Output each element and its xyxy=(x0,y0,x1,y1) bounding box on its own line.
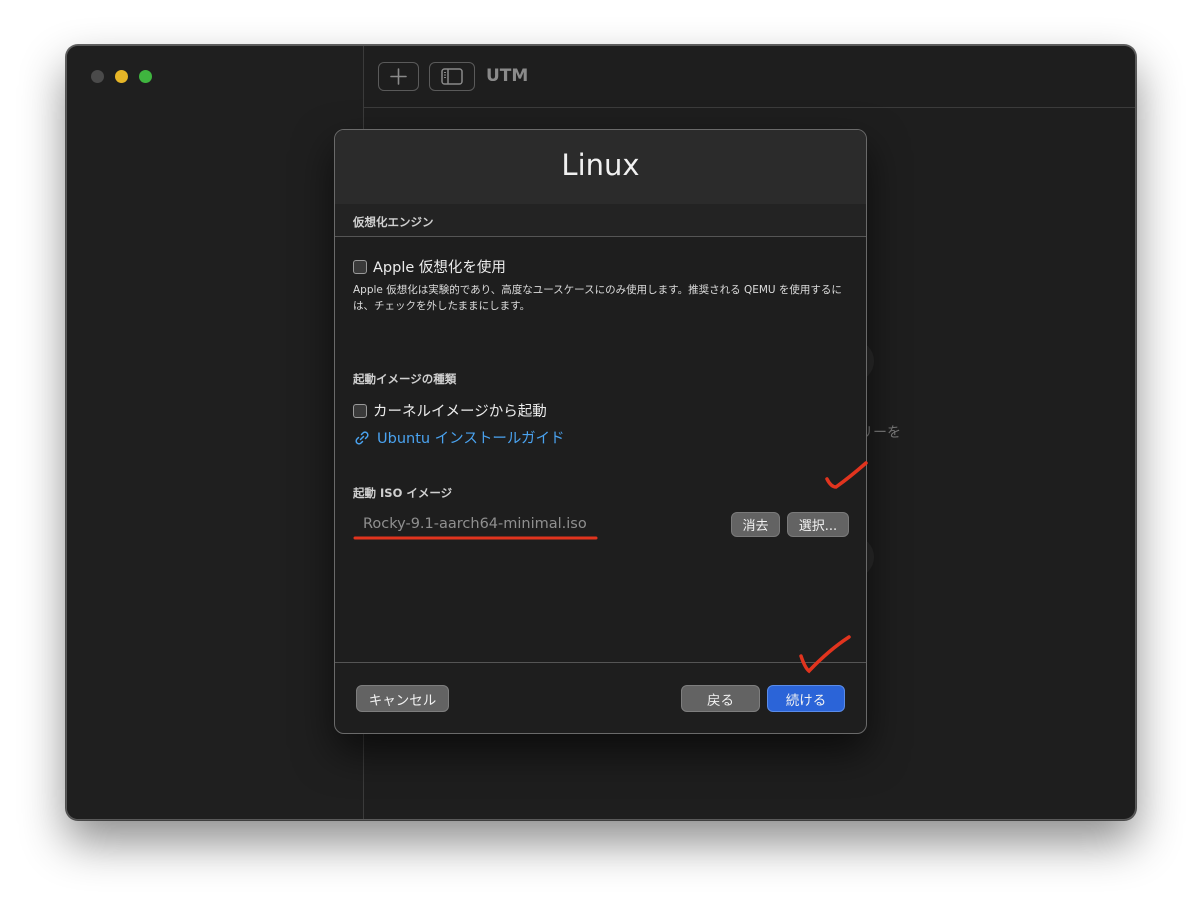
iso-path-value: Rocky-9.1-aarch64-minimal.iso xyxy=(363,516,587,532)
toggle-sidebar-button[interactable] xyxy=(429,62,475,91)
apple-virtualization-checkbox[interactable] xyxy=(353,259,367,274)
section-label: 仮想化エンジン xyxy=(353,215,434,229)
select-iso-button[interactable]: 選択... xyxy=(787,512,849,537)
plus-icon xyxy=(390,68,407,85)
new-vm-dialog: Linux 仮想化エンジン Apple 仮想化を使用 Apple 仮想化は実験的… xyxy=(334,129,867,734)
dialog-title: Linux xyxy=(561,148,640,182)
checkbox-label: Apple 仮想化を使用 xyxy=(373,260,506,276)
sidebar xyxy=(67,46,364,819)
apple-virtualization-checkbox-row[interactable]: Apple 仮想化を使用 xyxy=(353,256,506,277)
dialog-header: Linux xyxy=(335,130,866,204)
boot-image-type-label: 起動イメージの種類 xyxy=(353,372,457,386)
back-button[interactable]: 戻る xyxy=(681,685,760,712)
sidebar-icon xyxy=(441,68,463,85)
cancel-button[interactable]: キャンセル xyxy=(356,685,449,712)
kernel-image-checkbox-row[interactable]: カーネルイメージから起動 xyxy=(353,400,547,421)
kernel-image-checkbox[interactable] xyxy=(353,403,367,418)
link-icon xyxy=(355,430,369,445)
zoom-window-button[interactable] xyxy=(139,70,152,83)
footer-divider xyxy=(335,662,866,663)
toolbar: UTM xyxy=(364,46,1135,108)
boot-iso-label: 起動 ISO イメージ xyxy=(353,486,453,500)
ubuntu-guide-link-text[interactable]: Ubuntu インストールガイド xyxy=(377,427,564,448)
virtualization-engine-section: 仮想化エンジン xyxy=(335,204,866,237)
close-window-button[interactable] xyxy=(91,70,104,83)
ubuntu-guide-link[interactable]: Ubuntu インストールガイド xyxy=(353,427,564,448)
add-vm-button[interactable] xyxy=(378,62,419,91)
apple-virtualization-description: Apple 仮想化は実験的であり、高度なユースケースにのみ使用します。推奨される… xyxy=(353,284,842,312)
clear-iso-button[interactable]: 消去 xyxy=(731,512,780,537)
continue-button[interactable]: 続ける xyxy=(767,685,845,712)
toolbar-title: UTM xyxy=(486,66,529,86)
minimize-window-button[interactable] xyxy=(115,70,128,83)
checkbox-label: カーネルイメージから起動 xyxy=(373,404,547,420)
